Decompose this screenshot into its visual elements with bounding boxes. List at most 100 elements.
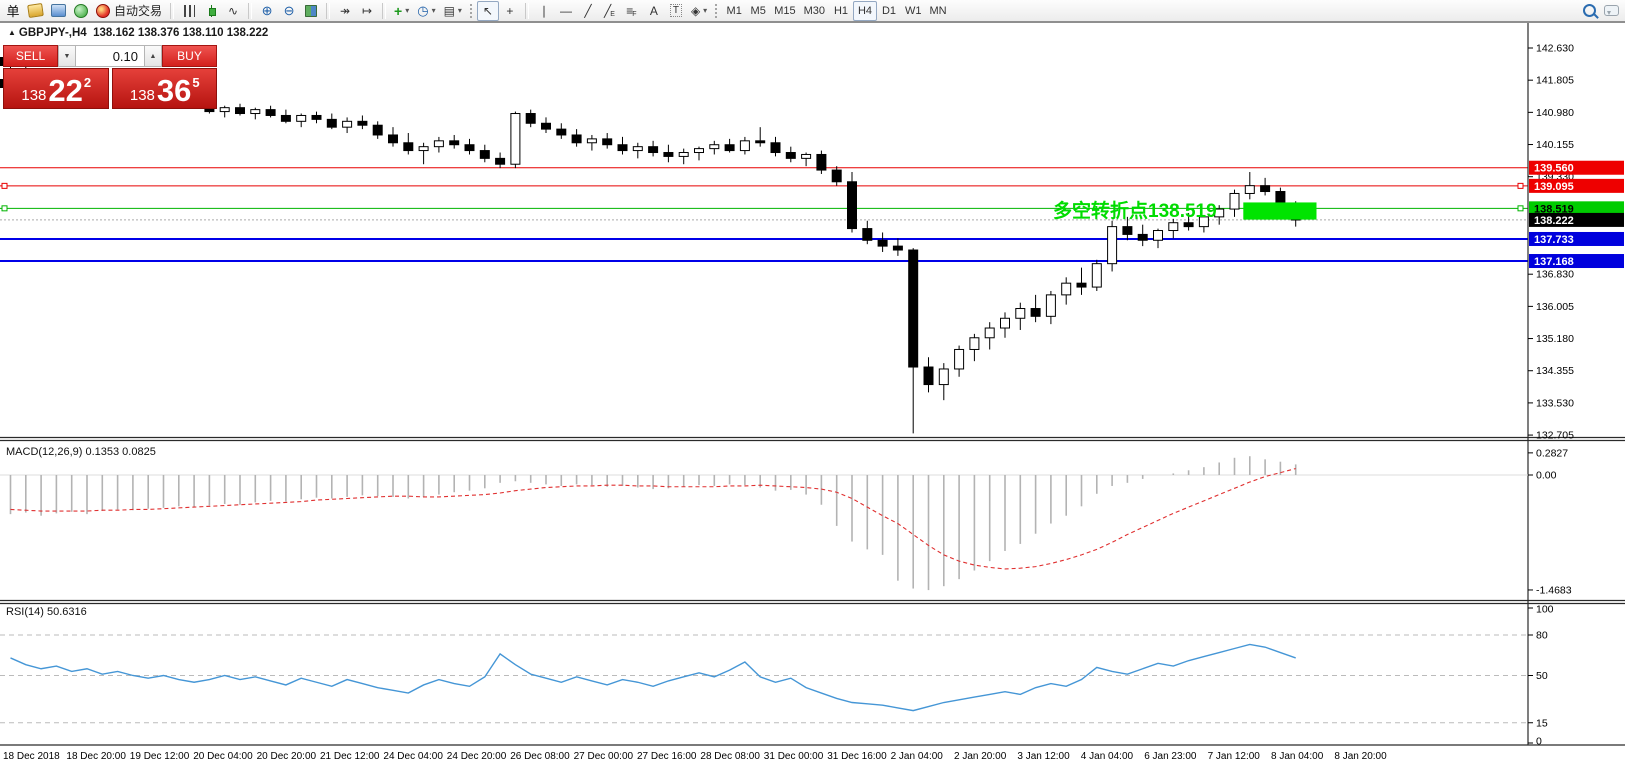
buy-price-main: 36 xyxy=(157,78,191,104)
collapse-panel-icon[interactable]: ▲ xyxy=(8,28,16,37)
svg-text:135.180: 135.180 xyxy=(1536,333,1574,345)
period-menu-dropdown-icon[interactable]: ▾ xyxy=(432,6,436,15)
svg-text:0: 0 xyxy=(1536,736,1542,748)
vertical-line-tool-icon: ∣ xyxy=(541,4,547,18)
trendline-tool-button[interactable]: ╱ xyxy=(577,1,599,21)
new-order-button[interactable]: 单 xyxy=(2,1,24,21)
volume-decrease-button[interactable]: ▼ xyxy=(58,45,76,67)
volume-input[interactable]: 0.10 xyxy=(76,45,144,67)
text-label-tool-icon: T xyxy=(670,4,682,17)
pane-frames xyxy=(0,23,1625,746)
chart-shift-button[interactable]: ↦ xyxy=(356,1,378,21)
period-menu-button[interactable]: ◷▾ xyxy=(413,1,439,21)
sell-price-box[interactable]: 138 22 2 xyxy=(3,68,109,109)
svg-text:0.2827: 0.2827 xyxy=(1536,447,1568,459)
symbol-period-label: GBPJPY-,H4 xyxy=(19,27,87,39)
toolbar-separator xyxy=(525,3,529,19)
fibonacci-tool-button[interactable]: ≡F xyxy=(621,1,643,21)
svg-text:133.530: 133.530 xyxy=(1536,397,1574,409)
svg-text:24 Dec 20:00: 24 Dec 20:00 xyxy=(447,751,507,762)
svg-text:141.805: 141.805 xyxy=(1536,75,1574,87)
new-order-icon: 单 xyxy=(6,1,19,20)
period-menu-icon: ◷ xyxy=(417,3,428,19)
zoom-out-button[interactable]: ⊖ xyxy=(278,1,300,21)
chat-button[interactable] xyxy=(1600,1,1623,21)
autotrading-button[interactable]: 自动交易 xyxy=(92,1,166,21)
svg-text:8 Jan 20:00: 8 Jan 20:00 xyxy=(1334,751,1387,762)
search-button[interactable] xyxy=(1578,1,1600,21)
toolbar-separator xyxy=(469,3,474,19)
svg-text:31 Dec 00:00: 31 Dec 00:00 xyxy=(764,751,824,762)
bar-chart-mode-button[interactable] xyxy=(178,1,200,21)
auto-scroll-icon: ↠ xyxy=(340,4,350,18)
signals-icon xyxy=(74,4,88,18)
timeframe-mn-button[interactable]: MN xyxy=(926,1,951,21)
auto-scroll-button[interactable]: ↠ xyxy=(334,1,356,21)
add-indicator-button[interactable]: +▾ xyxy=(390,1,413,21)
timeframe-m30-button[interactable]: M30 xyxy=(800,1,829,21)
svg-text:138.222: 138.222 xyxy=(1534,215,1574,227)
pivot-annotation-text[interactable]: 多空转折点138.519 xyxy=(1053,196,1217,223)
timeframe-m15-button[interactable]: M15 xyxy=(770,1,799,21)
cursor-tool-button[interactable]: ↖ xyxy=(477,1,499,21)
candle-chart-mode-icon xyxy=(208,5,215,17)
horizontal-line-tool-icon: — xyxy=(560,4,572,18)
svg-text:4 Jan 04:00: 4 Jan 04:00 xyxy=(1081,751,1134,762)
shapes-tool-button[interactable]: ◈▾ xyxy=(687,1,711,21)
add-indicator-dropdown-icon[interactable]: ▾ xyxy=(405,6,409,15)
text-tool-button[interactable]: A xyxy=(643,1,665,21)
shapes-tool-dropdown-icon[interactable]: ▾ xyxy=(703,6,707,15)
timeframe-m1-button[interactable]: M1 xyxy=(722,1,746,21)
svg-text:7 Jan 12:00: 7 Jan 12:00 xyxy=(1208,751,1261,762)
svg-text:18 Dec 20:00: 18 Dec 20:00 xyxy=(66,751,126,762)
time-axis: 18 Dec 201818 Dec 20:0019 Dec 12:0020 De… xyxy=(3,751,1387,762)
crosshair-tool-button[interactable]: + xyxy=(499,1,521,21)
timeframe-m5-button[interactable]: M5 xyxy=(746,1,770,21)
svg-text:6 Jan 23:00: 6 Jan 23:00 xyxy=(1144,751,1197,762)
toolbar-separator xyxy=(248,3,252,19)
template-menu-dropdown-icon[interactable]: ▾ xyxy=(458,6,462,15)
order-history-icon xyxy=(27,3,44,18)
main-toolbar: 单自动交易∿⊕⊖↠↦+▾◷▾▤▾↖+∣—╱╱E≡FAT◈▾M1M5M15M30H… xyxy=(0,0,1625,22)
vertical-line-tool-button[interactable]: ∣ xyxy=(533,1,555,21)
candle-chart-mode-button[interactable] xyxy=(200,1,222,21)
svg-text:2 Jan 04:00: 2 Jan 04:00 xyxy=(891,751,944,762)
toolbar-right-group xyxy=(1578,1,1623,21)
one-click-trading-panel: SELL ▼ 0.10 ▲ BUY 138 22 2 138 36 5 xyxy=(3,45,217,109)
order-history-button[interactable] xyxy=(24,1,47,21)
line-chart-mode-button[interactable]: ∿ xyxy=(222,1,244,21)
svg-text:19 Dec 12:00: 19 Dec 12:00 xyxy=(130,751,190,762)
buy-button[interactable]: BUY xyxy=(162,45,217,67)
chart-symbol-title: ▲GBPJPY-,H4 138.162 138.376 138.110 138.… xyxy=(8,27,268,39)
sell-button[interactable]: SELL xyxy=(3,45,58,67)
buy-price-box[interactable]: 138 36 5 xyxy=(112,68,218,109)
terminal-window: 单自动交易∿⊕⊖↠↦+▾◷▾▤▾↖+∣—╱╱E≡FAT◈▾M1M5M15M30H… xyxy=(0,0,1625,766)
zoom-in-button[interactable]: ⊕ xyxy=(256,1,278,21)
template-menu-button[interactable]: ▤▾ xyxy=(440,1,466,21)
svg-text:140.980: 140.980 xyxy=(1536,107,1574,119)
buy-price-pip: 5 xyxy=(192,75,199,90)
timeframe-h1-button[interactable]: H1 xyxy=(829,1,853,21)
text-label-tool-button[interactable]: T xyxy=(665,1,687,21)
market-depth-button[interactable] xyxy=(47,1,70,21)
channel-tool-button[interactable]: ╱E xyxy=(599,1,621,21)
timeframe-d1-button[interactable]: D1 xyxy=(877,1,901,21)
horizontal-line-tool-button[interactable]: — xyxy=(555,1,577,21)
chart-canvas[interactable]: 142.630141.805140.980140.155139.330136.8… xyxy=(0,0,1625,766)
highlight-box[interactable] xyxy=(1243,202,1316,219)
search-icon xyxy=(1583,4,1596,17)
fibonacci-tool-sub-letter: F xyxy=(632,11,636,18)
timeframe-h4-button[interactable]: H4 xyxy=(853,1,877,21)
macd-pane: 0.28270.00-1.4683 xyxy=(0,447,1572,596)
toolbar-separator xyxy=(382,3,386,19)
toolbar-separator xyxy=(714,3,719,19)
svg-text:-1.4683: -1.4683 xyxy=(1536,584,1572,596)
svg-text:27 Dec 00:00: 27 Dec 00:00 xyxy=(574,751,634,762)
signals-button[interactable] xyxy=(70,1,92,21)
autotrading-icon xyxy=(96,4,110,18)
timeframe-w1-button[interactable]: W1 xyxy=(901,1,926,21)
market-depth-icon xyxy=(51,4,66,17)
chart-shift-icon: ↦ xyxy=(362,4,372,18)
tile-windows-button[interactable] xyxy=(300,1,322,21)
volume-increase-button[interactable]: ▲ xyxy=(144,45,162,67)
